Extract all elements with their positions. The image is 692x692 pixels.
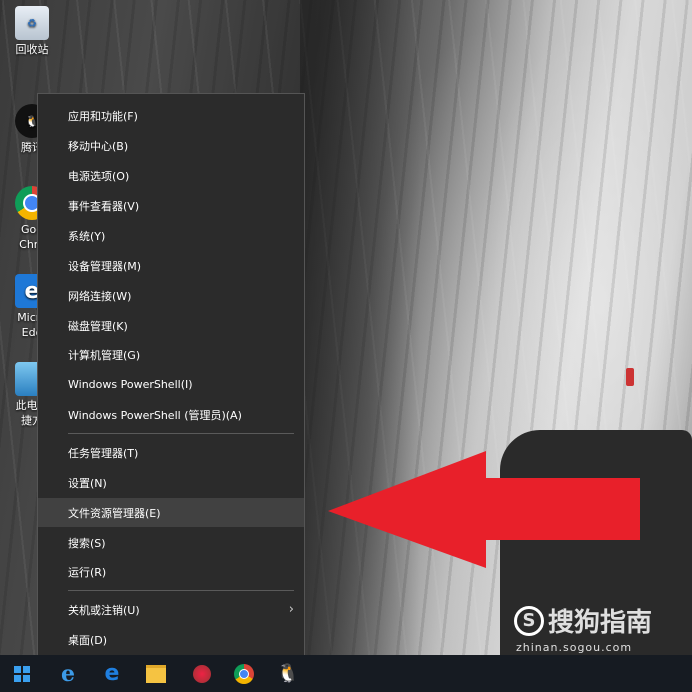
sogou-logo-icon: S — [514, 605, 544, 636]
file-explorer-icon — [146, 664, 166, 683]
watermark-url: zhinan.sogou.com — [516, 641, 633, 654]
chrome-icon — [234, 663, 254, 684]
sogou-watermark: S 搜狗指南 zhinan.sogou.com — [514, 602, 652, 654]
taskbar: e e 🐧 — [0, 655, 692, 692]
taskbar-qq-button[interactable]: 🐧 — [268, 655, 308, 692]
taskbar-ie-button[interactable]: e — [48, 655, 88, 692]
qq-icon: 🐧 — [276, 663, 300, 684]
taskbar-app-button[interactable] — [182, 655, 222, 692]
taskbar-chrome-button[interactable] — [224, 655, 264, 692]
annotation-arrow — [328, 451, 640, 568]
taskbar-file-explorer-button[interactable] — [136, 655, 176, 692]
edge-icon: e — [104, 661, 120, 686]
start-button[interactable] — [2, 655, 42, 692]
ie-icon: e — [61, 660, 75, 687]
watermark-brand: 搜狗指南 — [548, 608, 653, 638]
app-icon — [193, 664, 211, 683]
taskbar-edge-button[interactable]: e — [92, 655, 132, 692]
windows-start-icon — [14, 665, 30, 682]
